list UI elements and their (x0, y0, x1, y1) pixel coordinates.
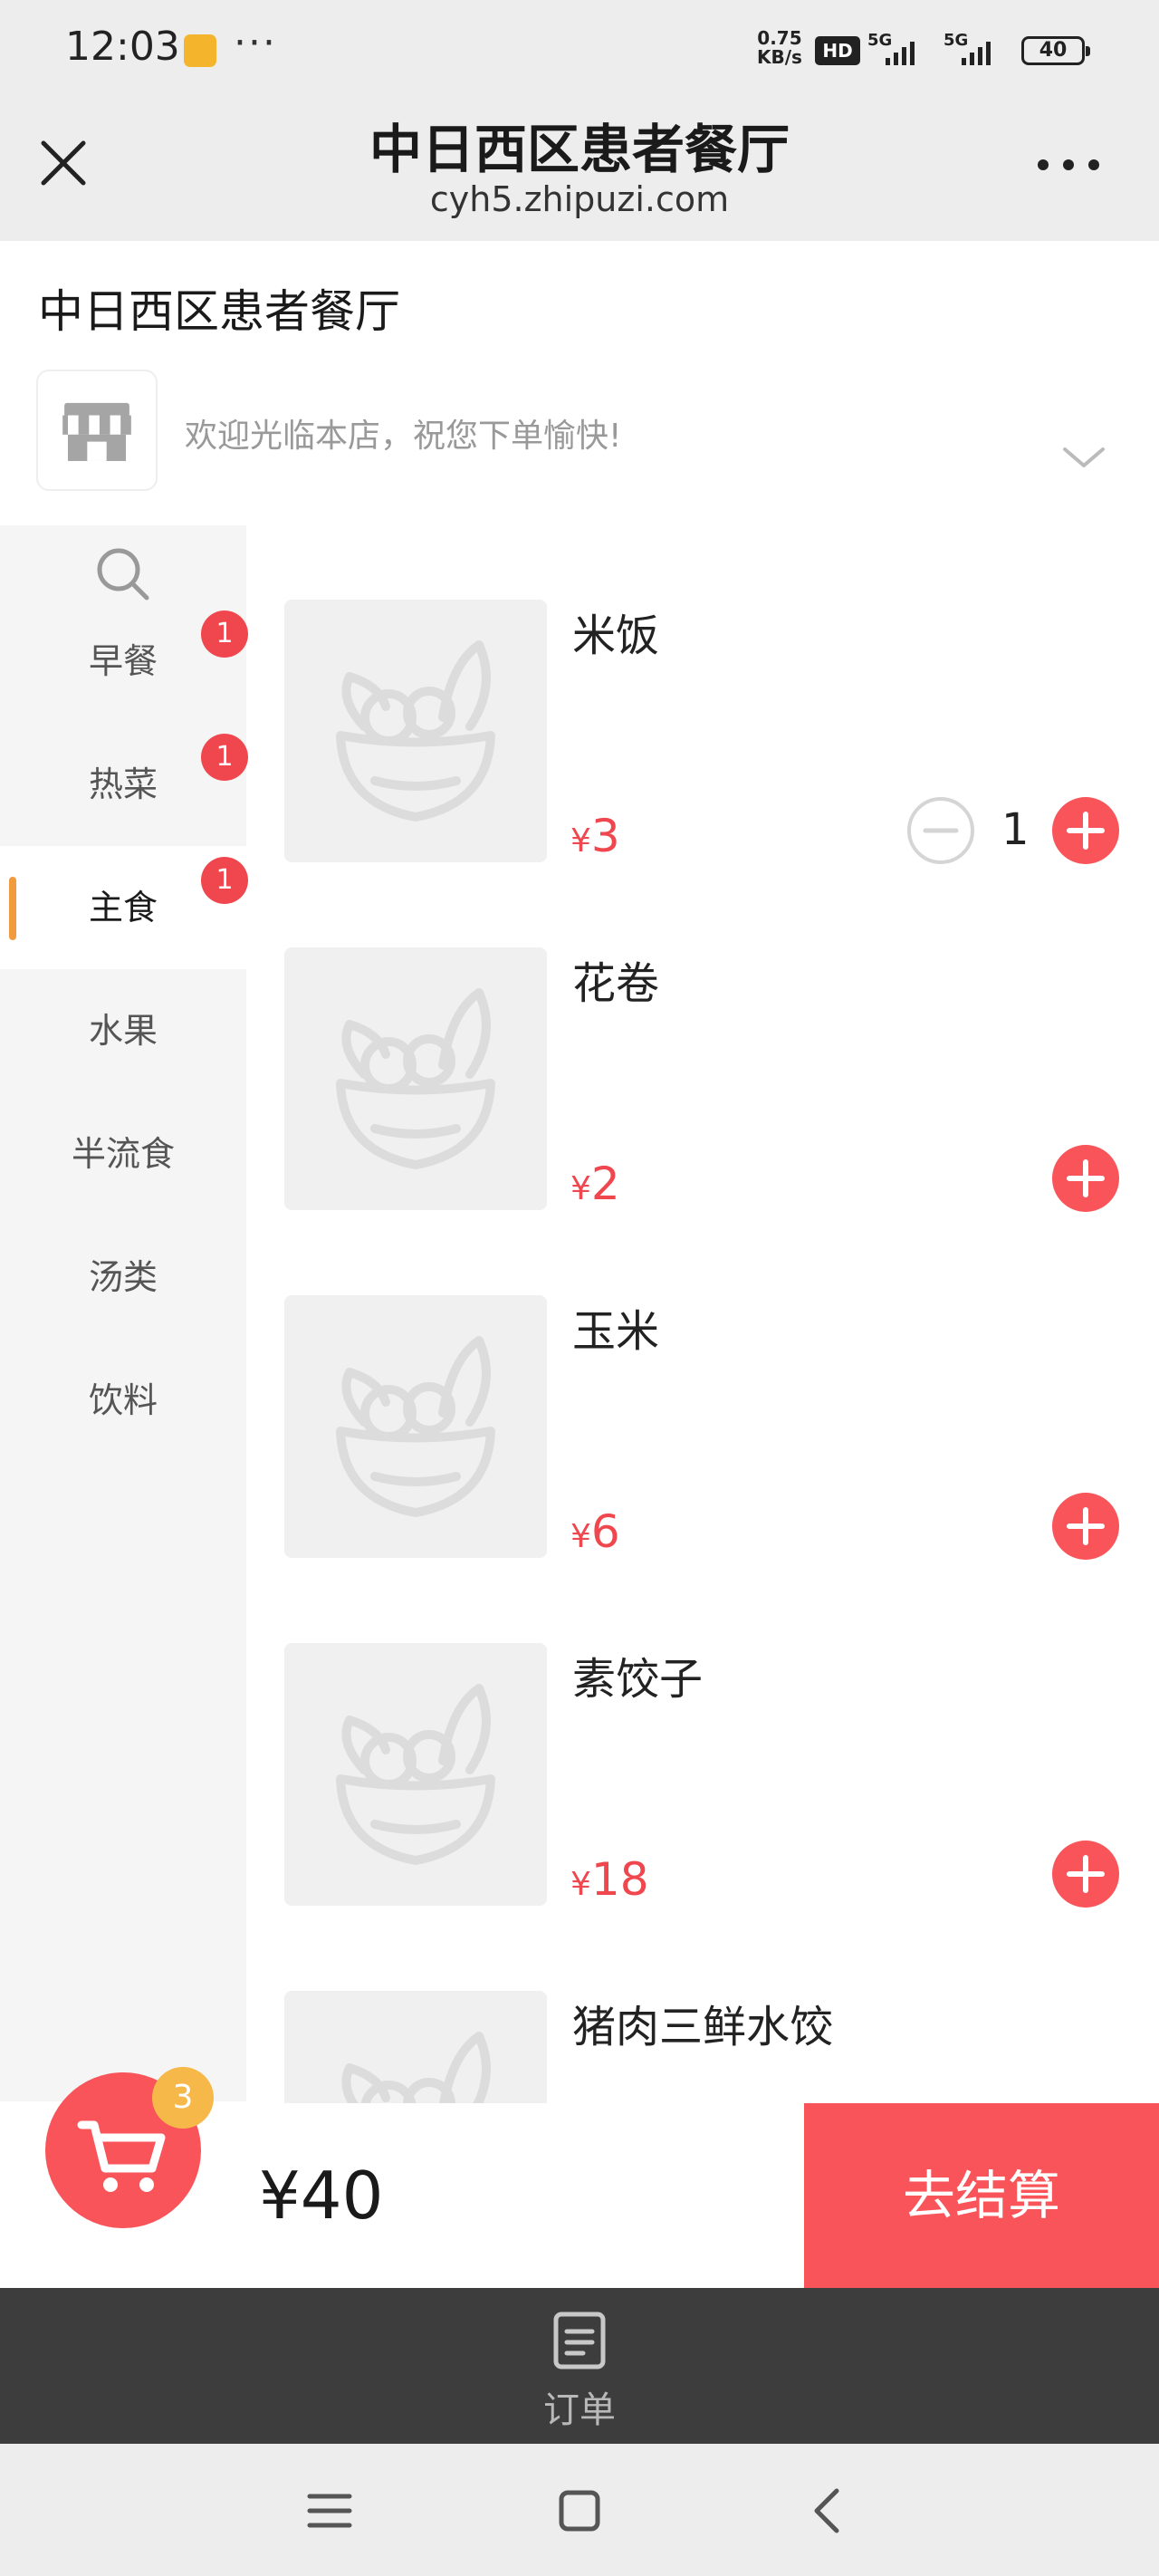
document-icon[interactable] (552, 2312, 607, 2369)
more-horizontal-icon[interactable] (1036, 156, 1101, 174)
category-sidebar: 早餐 1 热菜 1 主食 1 水果 半流食 汤类 饮料 (0, 525, 248, 2101)
product-image (284, 947, 547, 1210)
product-price: ¥6 (570, 1505, 620, 1558)
product-price: ¥18 (570, 1853, 649, 1906)
status-bar: 12:03 ··· 0.75 KB/s HD 5G 5G 40 (0, 0, 1159, 100)
product-price: ¥2 (570, 1158, 620, 1210)
network-speed-unit: KB/s (757, 46, 802, 68)
product-name: 素饺子 (572, 1654, 704, 1705)
store-name: 中日西区患者餐厅 (38, 285, 400, 338)
product-price: ¥3 (570, 810, 620, 862)
product-item[interactable]: 米饭 ¥3 1 (246, 600, 1159, 947)
product-name: 花卷 (572, 958, 660, 1009)
category-badge: 1 (201, 857, 248, 904)
currency-symbol: ¥ (570, 1170, 591, 1207)
product-name: 玉米 (572, 1306, 660, 1357)
category-semi-liquid[interactable]: 半流食 (0, 1092, 246, 1216)
store-welcome-text: 欢迎光临本店，祝您下单愉快! (185, 418, 622, 455)
category-drinks[interactable]: 饮料 (0, 1339, 246, 1462)
store-logo (36, 370, 158, 491)
category-label: 饮料 (88, 1380, 158, 1420)
add-to-cart-button[interactable] (1050, 1839, 1121, 1909)
product-image (284, 600, 547, 862)
category-badge: 1 (201, 610, 248, 658)
category-soup[interactable]: 汤类 (0, 1216, 246, 1339)
price-value: 18 (590, 1853, 649, 1906)
price-value: 3 (590, 810, 620, 862)
add-to-cart-button[interactable] (1050, 1491, 1121, 1562)
more-notifications-icon: ··· (234, 20, 277, 66)
back-icon[interactable] (800, 2482, 858, 2540)
chevron-down-icon[interactable] (1059, 444, 1108, 471)
category-label: 半流食 (71, 1134, 175, 1174)
category-breakfast[interactable]: 早餐 1 (0, 600, 248, 723)
product-image (284, 1295, 547, 1558)
food-bowl-icon (336, 640, 495, 822)
food-bowl-icon (341, 2032, 491, 2103)
product-item[interactable]: 猪肉三鲜水饺 (246, 1991, 1159, 2103)
food-bowl-icon (336, 988, 495, 1169)
notification-icon (184, 34, 216, 67)
signal-icon-2: 5G (943, 31, 1000, 67)
cart-total: ¥40 (259, 2158, 384, 2234)
page-title: 中日西区患者餐厅 (369, 119, 790, 180)
cart-count-badge: 3 (152, 2067, 214, 2129)
category-staple-food[interactable]: 主食 1 (0, 846, 248, 969)
currency-symbol: ¥ (570, 822, 591, 860)
food-bowl-icon (336, 1336, 495, 1517)
active-indicator (9, 877, 16, 940)
page-url: cyh5.zhipuzi.com (429, 179, 730, 219)
category-badge: 1 (201, 734, 248, 781)
network-speed: 0.75 KB/s (757, 29, 802, 67)
currency-symbol: ¥ (570, 1866, 591, 1903)
product-item[interactable]: 玉米 ¥6 (246, 1295, 1159, 1643)
food-bowl-icon (336, 1684, 495, 1865)
category-hot-dishes[interactable]: 热菜 1 (0, 723, 248, 846)
storefront-icon (62, 402, 131, 461)
category-label: 早餐 (88, 641, 158, 681)
product-image (284, 1991, 547, 2103)
hd-icon: HD (815, 36, 860, 65)
status-time: 12:03 (65, 24, 180, 70)
product-name: 米饭 (572, 610, 660, 661)
category-label: 水果 (88, 1011, 158, 1051)
category-fruit[interactable]: 水果 (0, 969, 246, 1092)
cart-bar: 3 ¥40 去结算 (0, 2067, 1159, 2288)
system-navigation-bar (0, 2444, 1159, 2576)
product-name: 猪肉三鲜水饺 (572, 2002, 834, 2052)
checkout-button[interactable]: 去结算 (804, 2103, 1159, 2288)
price-value: 2 (590, 1158, 620, 1210)
product-item[interactable]: 素饺子 ¥18 (246, 1643, 1159, 1991)
product-quantity: 1 (1001, 804, 1030, 855)
category-label: 主食 (88, 888, 158, 928)
bottom-tab-bar: 订单 (0, 2288, 1159, 2444)
decrease-quantity-button[interactable] (905, 795, 976, 866)
category-label: 热菜 (88, 764, 158, 804)
title-bar: 中日西区患者餐厅 cyh5.zhipuzi.com (0, 100, 1159, 241)
product-item[interactable]: 花卷 ¥2 (246, 947, 1159, 1295)
network-speed-value: 0.75 (757, 27, 802, 49)
signal-icon-1: 5G (867, 31, 924, 67)
tab-orders[interactable]: 订单 (0, 2380, 1159, 2433)
category-label: 汤类 (88, 1257, 158, 1297)
price-value: 6 (590, 1505, 620, 1558)
home-icon[interactable] (551, 2482, 608, 2540)
battery-icon: 40 (1021, 36, 1090, 65)
search-icon[interactable] (94, 545, 152, 603)
product-image (284, 1643, 547, 1906)
add-to-cart-button[interactable] (1050, 1143, 1121, 1214)
currency-symbol: ¥ (570, 1518, 591, 1555)
menu-icon[interactable] (301, 2482, 359, 2540)
add-to-cart-button[interactable] (1050, 795, 1121, 866)
